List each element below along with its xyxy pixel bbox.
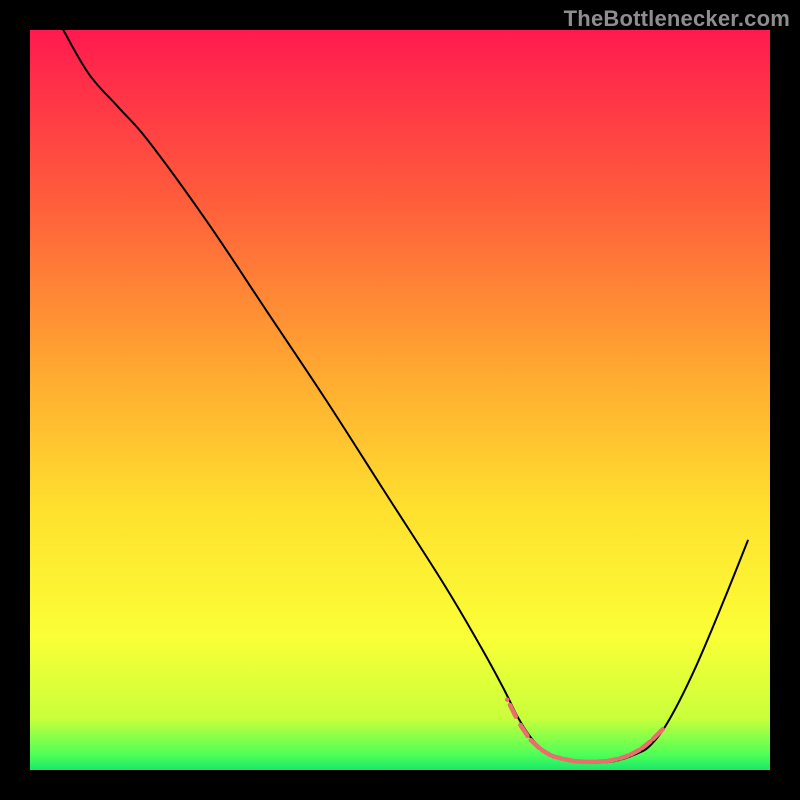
watermark-text: TheBottlenecker.com — [564, 6, 790, 32]
chart-root: TheBottlenecker.com — [0, 0, 800, 800]
chart-svg — [0, 0, 800, 800]
plot-background — [30, 30, 770, 770]
